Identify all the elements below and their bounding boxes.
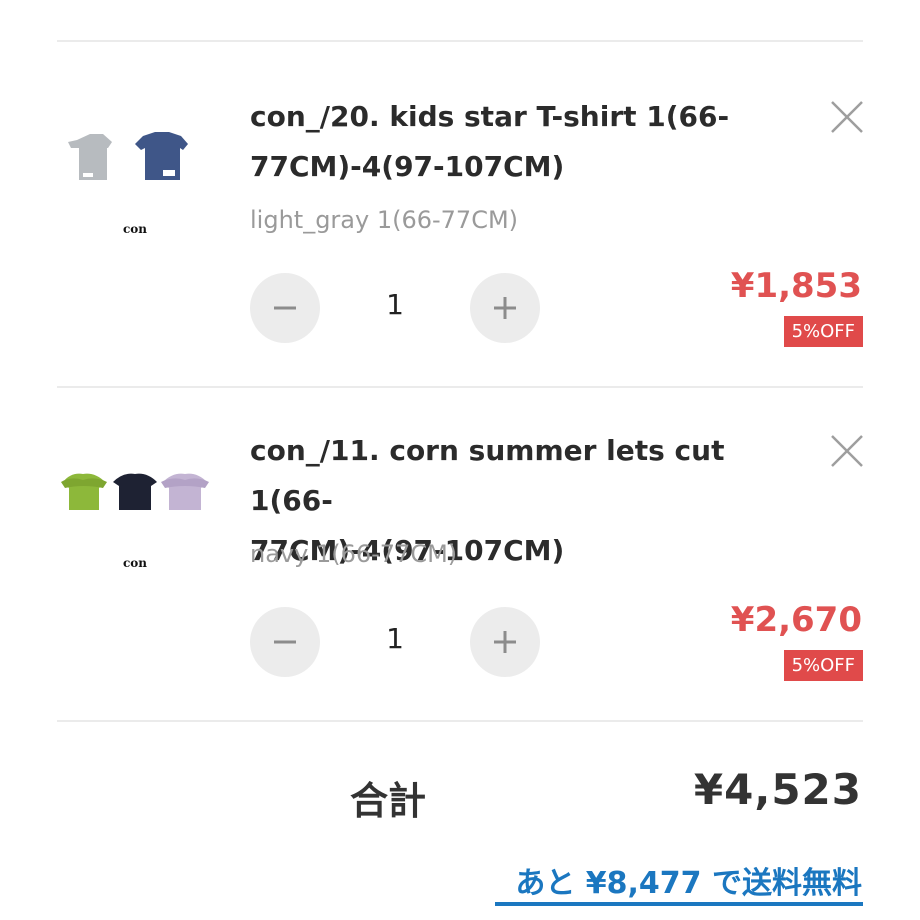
discount-badge: 5%OFF xyxy=(783,650,863,681)
navy-tshirt xyxy=(135,132,188,180)
item-price: ¥2,670 xyxy=(730,600,862,640)
discount-badge: 5%OFF xyxy=(783,316,863,347)
minus-icon xyxy=(274,640,296,644)
cart-item: con con_/20. kids star T-shirt 1(66- 77C… xyxy=(0,50,920,386)
free-shipping-link[interactable]: あと ¥8,477 で送料無料 xyxy=(515,858,862,902)
quantity-decrease-button[interactable] xyxy=(250,273,320,343)
quantity-increase-button[interactable] xyxy=(470,607,540,677)
navy-top xyxy=(113,473,157,510)
thumbnail-brand: con xyxy=(122,556,148,570)
minus-icon xyxy=(274,306,296,310)
quantity-value: 1 xyxy=(386,622,404,655)
quantity-value: 1 xyxy=(386,288,404,321)
summary-divider xyxy=(57,720,863,722)
product-variant: navy 1(66-77CM) xyxy=(250,540,458,568)
green-top xyxy=(61,473,107,510)
thumbnail-brand: con xyxy=(122,222,148,236)
product-title[interactable]: con_/20. kids star T-shirt 1(66- 77CM)-4… xyxy=(250,92,770,192)
tshirt-image xyxy=(68,132,188,180)
total-value: ¥4,523 xyxy=(693,765,862,814)
quantity-decrease-button[interactable] xyxy=(250,607,320,677)
gray-tshirt xyxy=(68,134,112,180)
total-label: 合計 xyxy=(350,779,427,823)
remove-item-button[interactable] xyxy=(828,432,866,470)
close-icon xyxy=(831,101,863,133)
tops-image xyxy=(61,473,209,510)
close-icon xyxy=(831,435,863,467)
plus-icon xyxy=(494,631,516,653)
cart-item: con con_/11. corn summer lets cut 1(66- … xyxy=(0,384,920,720)
top-divider xyxy=(57,40,863,42)
product-thumbnail[interactable]: con xyxy=(55,90,215,236)
product-title-line1: con_/20. kids star T-shirt 1(66- xyxy=(250,100,730,133)
plus-icon xyxy=(494,297,516,319)
product-thumbnail[interactable]: con xyxy=(55,424,215,570)
item-price: ¥1,853 xyxy=(730,266,862,306)
product-title-line2: 77CM)-4(97-107CM) xyxy=(250,150,565,183)
product-variant: light_gray 1(66-77CM) xyxy=(250,206,519,234)
product-title-line1: con_/11. corn summer lets cut 1(66- xyxy=(250,434,725,517)
free-shipping-underline xyxy=(495,902,863,906)
quantity-increase-button[interactable] xyxy=(470,273,540,343)
remove-item-button[interactable] xyxy=(828,98,866,136)
lavender-top xyxy=(161,473,209,510)
